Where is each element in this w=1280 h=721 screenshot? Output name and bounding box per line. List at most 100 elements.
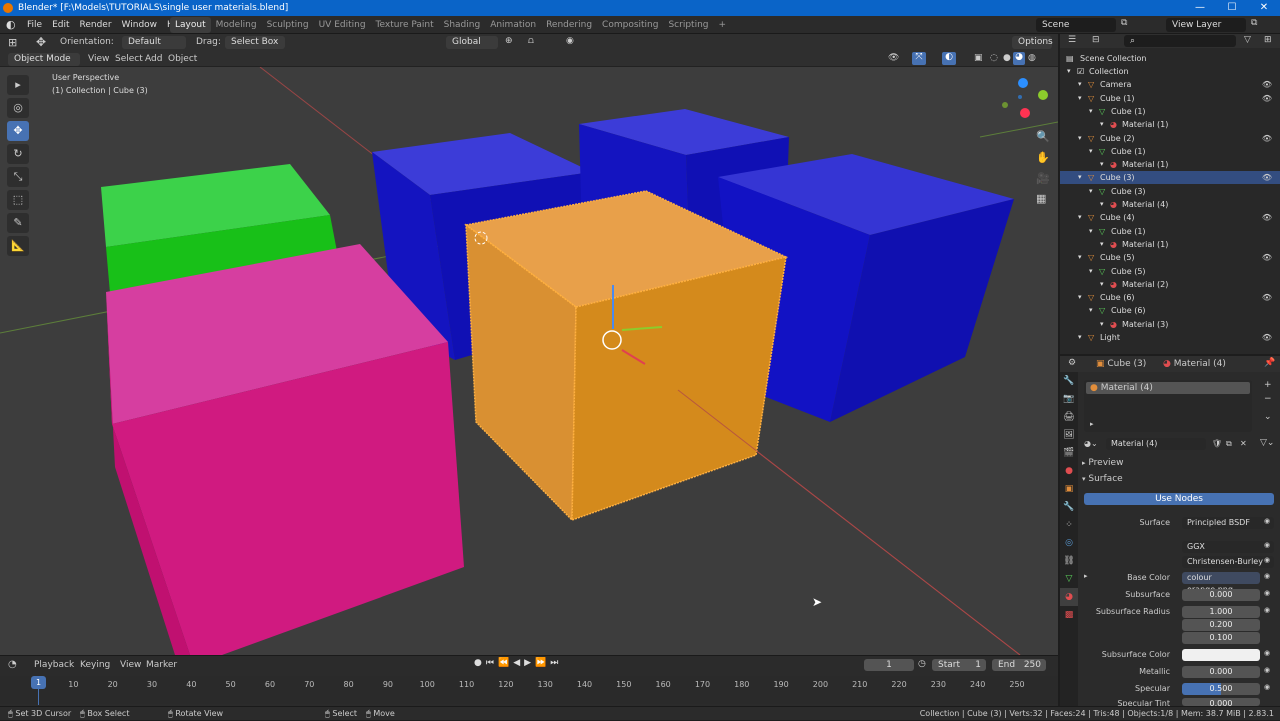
xray-icon[interactable]: ▣ <box>974 53 983 63</box>
remove-slot-button[interactable]: − <box>1264 394 1272 404</box>
tab-modeling[interactable]: Modeling <box>211 17 262 33</box>
overlay-toggle-icon[interactable]: ◐ <box>942 52 956 65</box>
outliner-row[interactable]: ▾ ☑ Collection <box>1060 65 1280 78</box>
prev-keyframe-icon[interactable]: ⏪ <box>498 658 509 668</box>
play-reverse-icon[interactable]: ◀ <box>513 658 520 668</box>
pin-icon[interactable]: 📌 <box>1264 358 1275 368</box>
unlink-material-icon[interactable]: ✕ <box>1240 438 1247 450</box>
minimize-button[interactable]: — <box>1184 0 1216 16</box>
timeline-menu-view[interactable]: View <box>120 660 141 670</box>
menu-edit[interactable]: Edit <box>47 20 74 30</box>
data-tab-icon[interactable]: ▽ <box>1060 570 1078 588</box>
world-tab-icon[interactable]: ● <box>1060 462 1078 480</box>
material-tab-icon[interactable]: ◕ <box>1060 588 1078 606</box>
socket-icon[interactable]: ◉ <box>1264 556 1270 564</box>
outliner-row[interactable]: ▾ ◕ Material (1) <box>1060 118 1280 131</box>
subsurface-method-dropdown[interactable]: Christensen-Burley <box>1182 556 1274 568</box>
constraints-tab-icon[interactable]: ⛓ <box>1060 552 1078 570</box>
outliner-row[interactable]: ▾ ◕ Material (4) <box>1060 198 1280 211</box>
scene-new-icon[interactable]: ⧉ <box>1121 18 1127 28</box>
next-keyframe-icon[interactable]: ⏩ <box>535 658 546 668</box>
outliner-row[interactable]: ▾ ▽ Cube (2) 👁 <box>1060 132 1280 145</box>
solid-shading-icon[interactable]: ● <box>1003 53 1011 63</box>
record-icon[interactable]: ● <box>474 658 482 668</box>
menu-file[interactable]: File <box>22 20 47 30</box>
outliner-row[interactable]: ▾ ▽ Cube (6) 👁 <box>1060 291 1280 304</box>
material-slot-item[interactable]: ● Material (4) <box>1086 382 1250 394</box>
outliner-row[interactable]: ▾ ◕ Material (2) <box>1060 278 1280 291</box>
outliner-row[interactable]: ▾ ▽ Cube (1) 👁 <box>1060 92 1280 105</box>
start-frame-field[interactable]: Start 1 <box>932 659 986 671</box>
current-frame-field[interactable]: 1 <box>864 659 914 671</box>
outliner-row-scene-collection[interactable]: ▤ Scene Collection <box>1060 52 1280 65</box>
jump-start-icon[interactable]: ⏮ <box>486 658 494 668</box>
outliner-row[interactable]: ▾ ▽ Cube (3) <box>1060 185 1280 198</box>
menu-render[interactable]: Render <box>75 20 117 30</box>
material-slot-list[interactable]: ● Material (4) <box>1084 380 1252 432</box>
texture-tab-icon[interactable]: ▩ <box>1060 606 1078 624</box>
outliner-row[interactable]: ▾ ▽ Cube (1) <box>1060 105 1280 118</box>
outliner-row[interactable]: ▾ ▽ Cube (5) 👁 <box>1060 251 1280 264</box>
material-name-field[interactable]: Material (4) <box>1106 438 1206 450</box>
socket-icon[interactable]: ◉ <box>1264 649 1270 657</box>
specular-tint-value-field[interactable]: 0.000 <box>1182 698 1260 706</box>
preview-panel-header[interactable]: ▸ Preview <box>1082 457 1272 469</box>
object-tab-icon[interactable]: ▣ <box>1060 480 1078 498</box>
tab-animation[interactable]: Animation <box>485 17 541 33</box>
tab-rendering[interactable]: Rendering <box>541 17 597 33</box>
socket-icon[interactable]: ◉ <box>1264 572 1270 580</box>
physics-tab-icon[interactable]: ◎ <box>1060 534 1078 552</box>
outliner-row[interactable]: ▾ ▽ Light 👁 <box>1060 331 1280 344</box>
camera-view-icon[interactable]: 🎥 <box>1036 172 1050 185</box>
scene-tab-icon[interactable]: 🎬 <box>1060 444 1078 462</box>
view-layer-new-icon[interactable]: ⧉ <box>1251 18 1257 28</box>
snap-icon[interactable]: ⩍ <box>528 36 534 46</box>
end-frame-field[interactable]: End 250 <box>992 659 1046 671</box>
play-icon[interactable]: ▶ <box>524 658 531 668</box>
move-tool[interactable]: ✥ <box>7 121 29 141</box>
tab-uv-editing[interactable]: UV Editing <box>314 17 371 33</box>
render-tab-icon[interactable]: 📷 <box>1060 390 1078 408</box>
socket-icon[interactable]: ◉ <box>1264 541 1270 549</box>
timeline-editor-icon[interactable]: ◔ <box>8 659 17 670</box>
drag-dropdown[interactable]: Select Box <box>225 36 285 49</box>
zoom-icon[interactable]: 🔍 <box>1036 130 1050 143</box>
proportional-edit-icon[interactable]: ◉ <box>566 36 574 46</box>
surface-shader-dropdown[interactable]: Principled BSDF <box>1182 517 1274 529</box>
select-tool[interactable]: ▸ <box>7 75 29 95</box>
outliner-editor-icon[interactable]: ☰ <box>1068 35 1076 45</box>
slot-specials-icon[interactable]: ⌄ <box>1264 412 1272 422</box>
scene-field[interactable]: Scene <box>1036 18 1116 32</box>
material-shading-icon[interactable]: ◕ <box>1013 52 1025 65</box>
add-workspace-icon[interactable]: + <box>714 17 732 33</box>
surface-panel-header[interactable]: ▾ Surface <box>1082 473 1272 485</box>
slot-expand-icon[interactable]: ▸ <box>1090 420 1094 428</box>
pivot-icon[interactable]: ⊕ <box>505 36 513 46</box>
tab-layout[interactable]: Layout <box>170 17 211 33</box>
subsurface-radius-z-field[interactable]: 0.100 <box>1182 632 1260 644</box>
tab-sculpting[interactable]: Sculpting <box>262 17 314 33</box>
transform-orientation-dropdown[interactable]: Global <box>446 36 498 49</box>
subsurface-value-field[interactable]: 0.000 <box>1182 589 1260 601</box>
material-datablock-row[interactable]: ◕⌄ Material (4) 🛡 ⧉ ✕ <box>1084 438 1254 450</box>
outliner-row[interactable]: ▾ ▽ Cube (3) 👁 <box>1060 171 1280 185</box>
duplicate-material-icon[interactable]: ⧉ <box>1226 438 1232 450</box>
outliner-row[interactable]: ▾ ◕ Material (3) <box>1060 318 1280 331</box>
outliner-row[interactable]: ▾ ▽ Cube (4) 👁 <box>1060 211 1280 224</box>
pan-hand-icon[interactable]: ✋ <box>1036 151 1050 164</box>
rotate-tool[interactable]: ↻ <box>7 144 29 164</box>
display-mode-icon[interactable]: ⊟ <box>1092 35 1100 45</box>
subsurface-color-swatch[interactable] <box>1182 649 1260 661</box>
base-color-texture-field[interactable]: colour orange.png <box>1182 572 1260 594</box>
fake-user-icon[interactable]: 🛡 <box>1212 438 1222 450</box>
subsurface-radius-x-field[interactable]: 1.000 <box>1182 606 1260 618</box>
outliner-row[interactable]: ▾ ◕ Material (1) <box>1060 158 1280 171</box>
socket-icon[interactable]: ◉ <box>1264 666 1270 674</box>
modifier-tab-icon[interactable]: 🔧 <box>1060 498 1078 516</box>
3d-viewport[interactable]: User Perspective (1) Collection | Cube (… <box>0 67 1058 655</box>
orientation-dropdown[interactable]: Default <box>122 36 186 49</box>
distribution-dropdown[interactable]: GGX <box>1182 541 1274 553</box>
jump-end-icon[interactable]: ⏭ <box>550 658 558 668</box>
new-collection-icon[interactable]: ⊞ <box>1264 35 1272 45</box>
gizmo-toggle-icon[interactable]: ⤧ <box>912 52 926 65</box>
